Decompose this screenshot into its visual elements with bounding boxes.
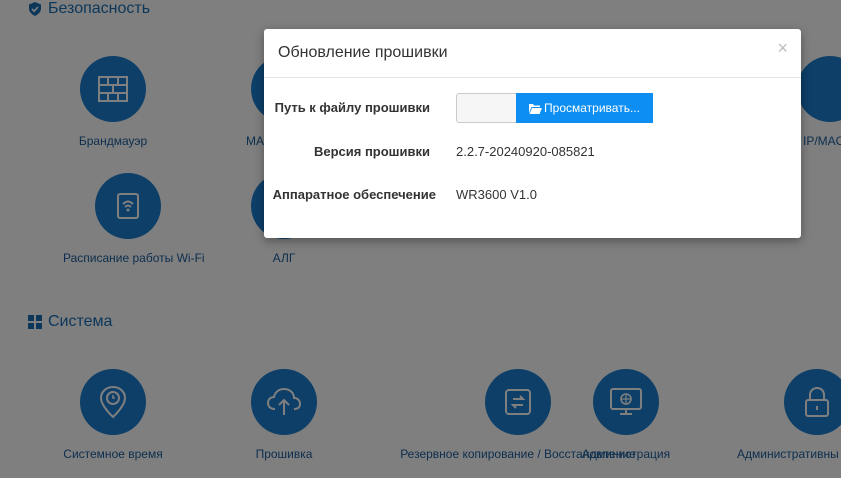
browse-label: Просматривать... [544,101,640,115]
file-path-row: Путь к файлу прошивки Просматривать... [264,93,801,123]
hardware-label: Аппаратное обеспечение [272,187,436,202]
file-path-input[interactable] [456,93,517,123]
hardware-row: Аппаратное обеспечение WR3600 V1.0 [264,180,801,210]
dialog-header: Обновление прошивки × [264,29,801,78]
firmware-version-value: 2.2.7-20240920-085821 [456,144,595,159]
file-path-label: Путь к файлу прошивки [274,100,430,115]
dialog-title: Обновление прошивки [278,44,448,61]
firmware-update-dialog: Обновление прошивки × Путь к файлу проши… [264,29,801,238]
close-icon[interactable]: × [777,39,788,57]
firmware-version-label: Версия прошивки [313,144,430,159]
hardware-value: WR3600 V1.0 [456,187,537,202]
folder-open-icon [529,103,543,114]
browse-button[interactable]: Просматривать... [516,93,653,123]
firmware-version-row: Версия прошивки 2.2.7-20240920-085821 [264,137,801,167]
